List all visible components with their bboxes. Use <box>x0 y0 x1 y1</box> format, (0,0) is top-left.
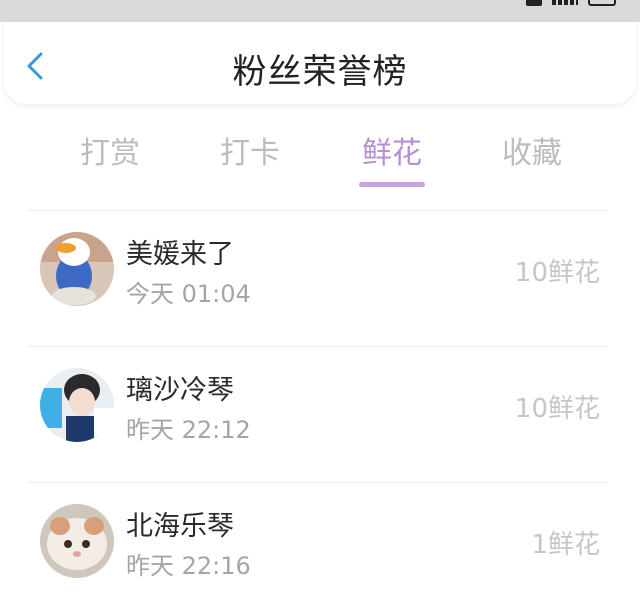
tab-dashang[interactable]: 打赏 <box>60 128 160 172</box>
tab-xianhua[interactable]: 鲜花 <box>342 128 442 172</box>
flower-count: 10鲜花 <box>514 258 600 288</box>
timestamp: 昨天 22:16 <box>126 552 251 580</box>
header-bar: 粉丝荣誉榜 <box>4 22 636 104</box>
divider <box>28 346 608 347</box>
user-name: 璃沙冷琴 <box>126 375 234 406</box>
user-name: 北海乐琴 <box>126 511 234 542</box>
signal-icon <box>552 0 578 5</box>
notification-icon <box>526 0 542 6</box>
avatar <box>40 368 114 442</box>
battery-icon <box>588 0 616 6</box>
list-item[interactable]: 美媛来了 今天 01:04 10鲜花 <box>0 232 640 342</box>
user-name: 美媛来了 <box>126 239 234 270</box>
divider <box>28 210 608 211</box>
divider <box>28 482 608 483</box>
timestamp: 今天 01:04 <box>126 280 251 308</box>
flower-count: 1鲜花 <box>531 530 600 560</box>
flower-count: 10鲜花 <box>514 394 600 424</box>
tab-bar: 打赏 打卡 鲜花 收藏 <box>40 128 600 188</box>
tab-shoucang[interactable]: 收藏 <box>482 128 582 172</box>
list-item[interactable]: 北海乐琴 昨天 22:16 1鲜花 <box>0 504 640 614</box>
active-tab-indicator <box>359 182 425 187</box>
page-title: 粉丝荣誉榜 <box>232 52 408 92</box>
list-item[interactable]: 璃沙冷琴 昨天 22:12 10鲜花 <box>0 368 640 478</box>
status-icons <box>526 0 616 6</box>
timestamp: 昨天 22:12 <box>126 416 251 444</box>
status-bar <box>0 0 640 22</box>
avatar <box>40 232 114 306</box>
tab-daka[interactable]: 打卡 <box>200 128 300 172</box>
avatar <box>40 504 114 578</box>
